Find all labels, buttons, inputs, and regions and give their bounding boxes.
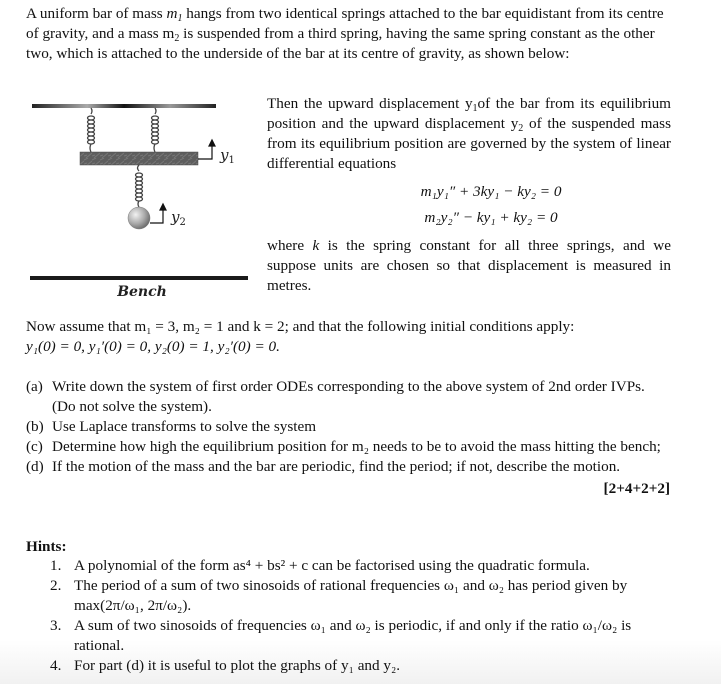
- displacement-paragraph: Then the upward displacement y1of the ba…: [267, 95, 671, 172]
- parameter-values: Now assume that m₁ = 3, m₂ = 1 and k = 2…: [26, 318, 575, 335]
- ceiling-bar: [32, 104, 216, 108]
- middle-spring: [134, 164, 144, 208]
- intro-text-1: A uniform bar of mass: [26, 5, 167, 22]
- right-column: Then the upward displacement y1of the ba…: [267, 94, 671, 296]
- y1-symbol: y1: [464, 95, 478, 114]
- suspended-bar: [79, 151, 199, 166]
- y2-symbol: y2: [510, 115, 524, 134]
- hint-item: 3. A sum of two sinosoids of frequencies …: [50, 617, 632, 654]
- bench-label: Bench: [117, 284, 167, 300]
- spring-constant-paragraph: where k is the spring constant for all t…: [267, 237, 671, 294]
- bench-line: [30, 276, 248, 280]
- left-spring: [86, 107, 96, 153]
- initial-conditions: y₁(0) = 0, y₁′(0) = 0, y₂(0) = 1, y₂′(0)…: [26, 338, 280, 355]
- spring-diagram: [30, 104, 248, 280]
- hint-item: 4. For part (d) it is useful to plot the …: [50, 657, 401, 674]
- question-parts: (a) Write down the system of first order …: [26, 377, 670, 499]
- part-b: (b) Use Laplace transforms to solve the s…: [26, 418, 317, 435]
- spring-mass-figure: y1 y2 Bench: [28, 94, 256, 308]
- hint-item: 1. A polynomial of the form as⁴ + bs² + c…: [50, 557, 590, 574]
- part-a: (a) Write down the system of first order …: [26, 378, 645, 415]
- y2-arrow-icon: [150, 202, 167, 224]
- parameters-block: Now assume that m₁ = 3, m₂ = 1 and k = 2…: [26, 317, 686, 357]
- mass-m2-symbol: m2: [162, 25, 180, 44]
- part-c: (c) Determine how high the equilibrium po…: [26, 438, 661, 455]
- marks-allocation: [2+4+2+2]: [603, 480, 670, 497]
- part-d: (d) If the motion of the mass and the bar…: [26, 458, 621, 475]
- hint-item: 2. The period of a sum of two sinosoids o…: [50, 577, 628, 614]
- hints-heading: Hints:: [26, 538, 67, 555]
- equation-1: m₁y₁″ + 3ky₁ − ky₂ = 0: [420, 183, 562, 200]
- right-spring: [150, 107, 160, 153]
- y1-label: y1: [220, 146, 235, 166]
- mass-m1-symbol: m1: [166, 5, 183, 24]
- y1-arrow-icon: [198, 138, 216, 160]
- hints-list: 1. A polynomial of the form as⁴ + bs² + c…: [50, 556, 680, 676]
- hanging-mass: [127, 206, 151, 230]
- equation-2: m₂y₂″ − ky₁ + ky₂ = 0: [424, 209, 558, 226]
- y2-label: y2: [171, 208, 186, 228]
- intro-paragraph: A uniform bar of mass m1 hangs from two …: [26, 4, 666, 64]
